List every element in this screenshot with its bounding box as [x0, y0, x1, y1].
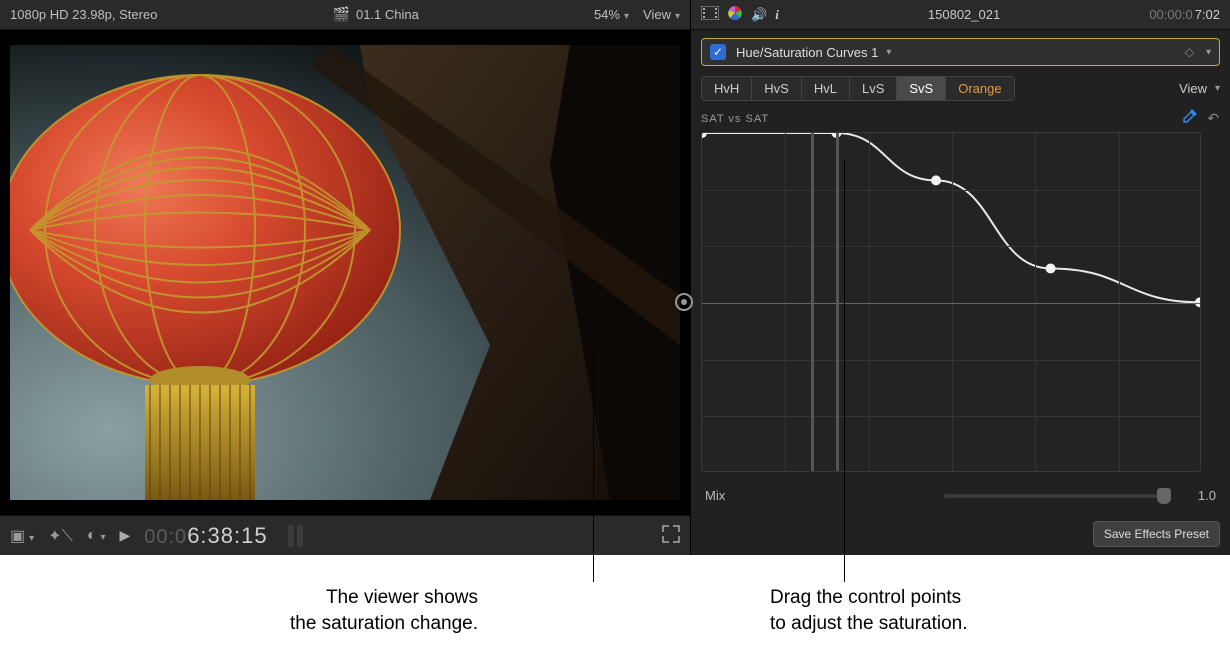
chevron-down-icon: ▾	[886, 47, 891, 58]
video-inspector-icon[interactable]	[701, 6, 719, 23]
crop-tool-icon[interactable]: ▣▾	[10, 526, 34, 546]
save-effects-preset-button[interactable]: Save Effects Preset	[1093, 521, 1220, 547]
transform-tool-icon[interactable]: ✦⟍	[48, 526, 73, 546]
color-inspector-icon[interactable]	[727, 5, 743, 24]
curve-control-point[interactable]	[1046, 263, 1056, 273]
tab-hvl[interactable]: HvL	[802, 77, 850, 100]
chevron-down-icon: ▾	[624, 11, 629, 22]
graph-label: SAT vs SAT	[701, 113, 769, 125]
inspector-timecode: 00:00:07:02	[1149, 7, 1220, 22]
zoom-dropdown[interactable]: 54%▾	[594, 7, 629, 22]
tab-svs[interactable]: SvS	[897, 77, 946, 100]
curve-control-point[interactable]	[931, 175, 941, 185]
clapperboard-icon: 🎬	[333, 6, 350, 23]
effect-name-dropdown[interactable]: Hue/Saturation Curves 1 ▾	[736, 45, 891, 60]
audio-meter	[288, 525, 303, 547]
tab-orange[interactable]: Orange	[946, 77, 1013, 100]
fullscreen-icon[interactable]	[662, 525, 680, 546]
reset-icon[interactable]: ↶	[1207, 110, 1220, 127]
inspector-view-dropdown[interactable]: View ▾	[1179, 81, 1220, 96]
curve-control-point[interactable]	[702, 133, 707, 138]
tab-hvs[interactable]: HvS	[752, 77, 802, 100]
viewer-canvas[interactable]	[0, 30, 690, 515]
chevron-down-icon: ▾	[1215, 83, 1220, 94]
slider-knob[interactable]	[1157, 488, 1171, 504]
chevron-down-icon: ▾	[675, 11, 680, 22]
eyedropper-icon[interactable]	[1181, 109, 1197, 128]
tab-hvh[interactable]: HvH	[702, 77, 752, 100]
mix-slider[interactable]	[944, 494, 1164, 498]
viewer-image	[10, 45, 680, 500]
tab-lvs[interactable]: LvS	[850, 77, 897, 100]
inspector-clip-name: 150802_021	[779, 7, 1150, 22]
mix-label: Mix	[705, 488, 725, 503]
callout-line	[593, 350, 594, 582]
viewer-transport: ▣▾ ✦⟍ ◐▾ ▶ 00:0 6:38:15	[0, 515, 690, 555]
effect-row[interactable]: ✓ Hue/Saturation Curves 1 ▾ ◇ ▾	[701, 38, 1220, 66]
audio-inspector-icon[interactable]: 🔊	[751, 7, 767, 23]
retime-tool-icon[interactable]: ◐▾	[87, 527, 106, 545]
inspector-toolbar: 🔊 i 150802_021 00:00:07:02	[691, 0, 1230, 30]
viewer-view-dropdown[interactable]: View▾	[643, 7, 680, 22]
curve-graph[interactable]	[701, 132, 1201, 472]
mix-row: Mix 1.0	[691, 472, 1230, 503]
viewer-toolbar: 1080p HD 23.98p, Stereo 🎬 01.1 China 54%…	[0, 0, 690, 30]
viewer-clip-label: 01.1 China	[356, 7, 419, 22]
chevron-down-icon[interactable]: ▾	[1206, 47, 1211, 58]
format-info: 1080p HD 23.98p, Stereo	[10, 7, 157, 22]
keyframe-nav-icon[interactable]: ◇	[1185, 45, 1194, 59]
callout-left: The viewer shows the saturation change.	[218, 585, 478, 636]
viewer-pane: 1080p HD 23.98p, Stereo 🎬 01.1 China 54%…	[0, 0, 690, 555]
play-button[interactable]: ▶	[119, 527, 130, 544]
viewer-timecode[interactable]: 00:0 6:38:15	[144, 523, 267, 549]
effect-enabled-checkbox[interactable]: ✓	[710, 44, 726, 60]
callout-line	[844, 160, 845, 582]
inspector-pane: 🔊 i 150802_021 00:00:07:02 ✓ Hue/Saturat…	[690, 0, 1230, 555]
callout-right: Drag the control points to adjust the sa…	[770, 585, 1070, 636]
midline-target-icon[interactable]	[675, 293, 693, 311]
mix-value: 1.0	[1176, 488, 1216, 503]
curve-tabs: HvHHvSHvLLvSSvSOrange View ▾	[691, 66, 1230, 109]
